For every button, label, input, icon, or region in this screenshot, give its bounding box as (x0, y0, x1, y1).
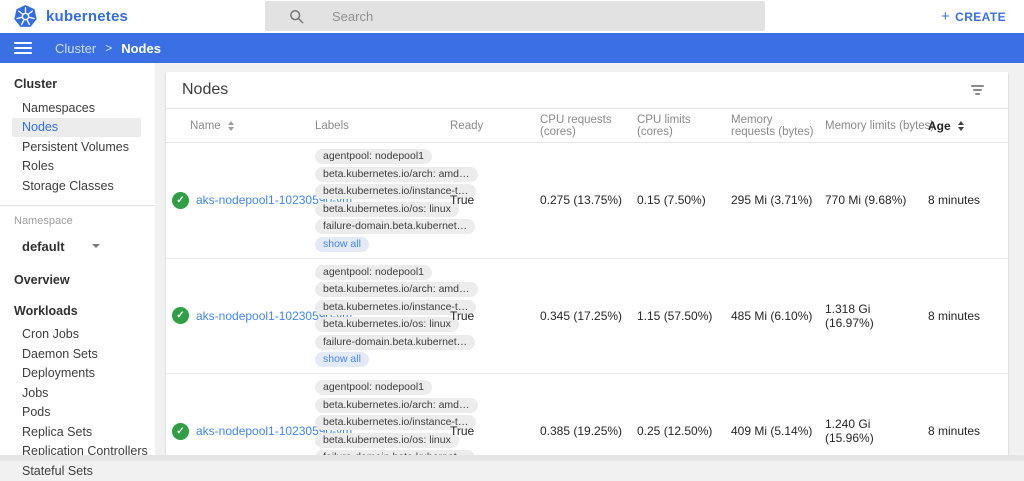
ready-cell: True (450, 424, 540, 438)
sidebar-header-cluster: Cluster (0, 67, 155, 98)
labels-cell: agentpool: nodepool1 beta.kubernetes.io/… (315, 149, 450, 252)
main-content: Nodes Name Labels Ready CPU requests (co… (155, 63, 1024, 461)
labels-cell: agentpool: nodepool1 beta.kubernetes.io/… (315, 265, 450, 368)
label-chip: agentpool: nodepool1 (315, 380, 432, 395)
label-chip: beta.kubernetes.io/arch: amd… (315, 282, 478, 297)
memory-limits-cell: 1.240 Gi (15.96%) (825, 417, 928, 445)
brand-name: kubernetes (46, 8, 128, 25)
sidebar-divider (0, 205, 155, 206)
column-header-memory-requests: Memory requests (bytes) (731, 114, 825, 138)
column-header-age[interactable]: Age (928, 119, 1008, 133)
breadcrumb-separator: > (105, 41, 112, 55)
show-all-button[interactable]: show all (315, 237, 369, 252)
table-row: ✓ aks-nodepool1-10230590-vm… agentpool: … (166, 259, 1008, 375)
sidebar-item-replica-sets[interactable]: Replica Sets (0, 422, 155, 442)
memory-limits-cell: 1.318 Gi (16.97%) (825, 302, 928, 330)
page-title: Nodes (182, 81, 228, 99)
age-cell: 8 minutes (928, 193, 1008, 207)
column-header-labels: Labels (315, 120, 450, 132)
age-cell: 8 minutes (928, 424, 1008, 438)
column-header-cpu-requests: CPU requests (cores) (540, 114, 637, 138)
memory-requests-cell: 409 Mi (5.14%) (731, 424, 825, 438)
sidebar-item-daemon-sets[interactable]: Daemon Sets (0, 344, 155, 364)
nodes-card: Nodes Name Labels Ready CPU requests (co… (166, 72, 1008, 461)
memory-limits-cell: 770 Mi (9.68%) (825, 193, 928, 207)
table-row: ✓ aks-nodepool1-10230590-vm… agentpool: … (166, 374, 1008, 461)
label-chip: beta.kubernetes.io/os: linux (315, 317, 459, 332)
sidebar-header-workloads: Workloads (0, 294, 155, 325)
labels-cell: agentpool: nodepool1 beta.kubernetes.io/… (315, 380, 450, 461)
show-all-button[interactable]: show all (315, 352, 369, 367)
search-bar[interactable] (265, 1, 765, 31)
namespace-select[interactable]: default (0, 230, 155, 263)
namespace-value: default (22, 239, 65, 254)
label-chip: beta.kubernetes.io/os: linux (315, 433, 459, 448)
status-ok-icon: ✓ (172, 307, 189, 324)
namespace-label: Namespace (0, 210, 155, 230)
sidebar-item-jobs[interactable]: Jobs (0, 383, 155, 403)
brand: kubernetes (14, 5, 128, 28)
sidebar: Cluster Namespaces Nodes Persistent Volu… (0, 63, 155, 461)
search-icon (289, 9, 304, 24)
create-button-label: CREATE (955, 10, 1006, 24)
sidebar-item-storage-classes[interactable]: Storage Classes (0, 176, 155, 196)
table-header-row: Name Labels Ready CPU requests (cores) C… (166, 109, 1008, 143)
menu-icon[interactable] (14, 42, 32, 54)
memory-requests-cell: 485 Mi (6.10%) (731, 309, 825, 323)
search-input[interactable] (330, 8, 690, 25)
sidebar-item-cron-jobs[interactable]: Cron Jobs (0, 325, 155, 345)
ready-cell: True (450, 193, 540, 207)
status-ok-icon: ✓ (172, 423, 189, 440)
horizontal-scrollbar[interactable] (0, 455, 1024, 461)
label-chip: beta.kubernetes.io/arch: amd… (315, 398, 478, 413)
cpu-limits-cell: 1.15 (57.50%) (637, 309, 731, 323)
label-chip: beta.kubernetes.io/arch: amd… (315, 167, 478, 182)
toolbar: Cluster > Nodes (0, 33, 1024, 63)
create-button[interactable]: + CREATE (935, 0, 1012, 33)
sidebar-item-roles[interactable]: Roles (0, 157, 155, 177)
cpu-limits-cell: 0.15 (7.50%) (637, 193, 731, 207)
label-chip: failure-domain.beta.kubernet… (315, 219, 475, 234)
top-header: kubernetes + CREATE (0, 0, 1024, 33)
sidebar-item-namespaces[interactable]: Namespaces (0, 98, 155, 118)
cpu-requests-cell: 0.275 (13.75%) (540, 193, 637, 207)
label-chip: agentpool: nodepool1 (315, 265, 432, 280)
table-row: ✓ aks-nodepool1-10230590-vm… agentpool: … (166, 143, 1008, 259)
sidebar-item-stateful-sets[interactable]: Stateful Sets (0, 461, 155, 481)
sidebar-item-pods[interactable]: Pods (0, 403, 155, 423)
memory-requests-cell: 295 Mi (3.71%) (731, 193, 825, 207)
breadcrumb-page: Nodes (121, 41, 161, 56)
filter-icon[interactable] (967, 81, 988, 99)
sort-icon (228, 121, 234, 131)
label-chip: beta.kubernetes.io/os: linux (315, 202, 459, 217)
sidebar-item-deployments[interactable]: Deployments (0, 364, 155, 384)
age-cell: 8 minutes (928, 309, 1008, 323)
cpu-requests-cell: 0.345 (17.25%) (540, 309, 637, 323)
column-header-ready: Ready (450, 120, 540, 132)
sort-icon (958, 121, 964, 131)
sidebar-item-persistent-volumes[interactable]: Persistent Volumes (0, 137, 155, 157)
cpu-limits-cell: 0.25 (12.50%) (637, 424, 731, 438)
sidebar-item-overview[interactable]: Overview (0, 263, 155, 294)
chevron-down-icon (92, 244, 100, 248)
column-header-cpu-limits: CPU limits (cores) (637, 114, 731, 138)
kubernetes-logo-icon (14, 5, 37, 28)
status-ok-icon: ✓ (172, 192, 189, 209)
column-header-memory-limits: Memory limits (bytes) (825, 120, 928, 132)
sidebar-item-nodes[interactable]: Nodes (12, 118, 141, 138)
label-chip: failure-domain.beta.kubernet… (315, 335, 475, 350)
breadcrumb-section[interactable]: Cluster (55, 41, 96, 56)
column-header-name[interactable]: Name (166, 120, 315, 132)
ready-cell: True (450, 309, 540, 323)
cpu-requests-cell: 0.385 (19.25%) (540, 424, 637, 438)
plus-icon: + (941, 9, 950, 24)
label-chip: agentpool: nodepool1 (315, 149, 432, 164)
